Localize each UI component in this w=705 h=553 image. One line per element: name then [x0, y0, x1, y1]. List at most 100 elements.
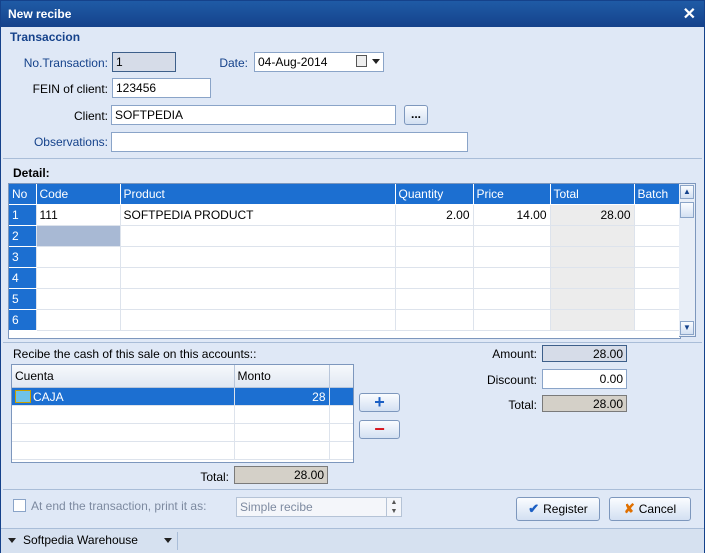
chevron-down-icon[interactable]	[164, 538, 172, 543]
spin-icon[interactable]: ▲ ▼	[386, 498, 401, 516]
cell-total	[550, 225, 635, 247]
accounts-label: Recibe the cash of this sale on this acc…	[13, 347, 257, 361]
table-row[interactable]	[12, 405, 353, 424]
cell-product[interactable]: SOFTPEDIA PRODUCT	[120, 204, 396, 226]
discount-field[interactable]: 0.00	[542, 369, 627, 389]
cell-price[interactable]: 14.00	[473, 204, 551, 226]
client-field[interactable]: SOFTPEDIA	[111, 105, 396, 125]
scroll-down-icon[interactable]: ▼	[680, 321, 694, 335]
observations-field[interactable]	[111, 132, 468, 152]
cell-total	[550, 267, 635, 289]
client-browse-button[interactable]: ...	[404, 105, 428, 125]
scroll-thumb[interactable]	[680, 202, 694, 218]
print-label: At end the transaction, print it as:	[31, 499, 207, 513]
divider	[3, 158, 702, 159]
cash-icon	[15, 389, 31, 403]
plus-icon: +	[374, 392, 385, 412]
column-header-no[interactable]: No	[9, 184, 37, 205]
close-icon[interactable]: ✕	[683, 4, 696, 24]
cell-quantity[interactable]	[395, 288, 474, 310]
cell-product[interactable]	[120, 246, 396, 268]
cell-batch[interactable]	[634, 204, 680, 226]
row-number: 3	[9, 246, 37, 268]
detail-header-row: No Code Product Quantity Price Total Bat…	[9, 184, 680, 205]
table-row[interactable]	[12, 441, 353, 460]
cell-code[interactable]	[36, 288, 121, 310]
cell-price[interactable]	[473, 288, 551, 310]
row-number: 6	[9, 309, 37, 331]
detail-grid[interactable]: No Code Product Quantity Price Total Bat…	[8, 183, 681, 339]
chevron-down-icon[interactable]	[372, 59, 380, 64]
date-value: 04-Aug-2014	[258, 55, 328, 69]
table-row[interactable]: 2	[9, 225, 680, 247]
cancel-label: Cancel	[638, 502, 677, 516]
cell-product[interactable]	[120, 309, 396, 331]
scroll-up-icon[interactable]: ▲	[680, 185, 694, 199]
window-title: New recibe	[8, 7, 72, 21]
cell-price[interactable]	[473, 309, 551, 331]
fein-field[interactable]: 123456	[112, 78, 211, 98]
cell-code[interactable]	[36, 267, 121, 289]
column-header-total[interactable]: Total	[550, 184, 635, 205]
cell-batch[interactable]	[634, 225, 680, 247]
cell-price[interactable]	[473, 225, 551, 247]
cell-product[interactable]	[120, 267, 396, 289]
cell-product[interactable]	[120, 288, 396, 310]
column-header-price[interactable]: Price	[473, 184, 551, 205]
calendar-icon[interactable]	[356, 55, 367, 67]
cell-batch[interactable]	[634, 309, 680, 331]
table-row[interactable]: 1 111 SOFTPEDIA PRODUCT 2.00 14.00 28.00	[9, 204, 680, 226]
register-label: Register	[543, 502, 588, 516]
cell-quantity[interactable]	[395, 225, 474, 247]
cell-batch[interactable]	[634, 288, 680, 310]
cancel-button[interactable]: ✘ Cancel	[609, 497, 691, 521]
new-recibe-window: New recibe ✕ Transaccion No.Transaction:…	[0, 0, 705, 553]
table-row[interactable]	[12, 423, 353, 442]
cell-code[interactable]	[36, 225, 121, 247]
cell-total	[550, 246, 635, 268]
date-field[interactable]: 04-Aug-2014	[254, 52, 384, 72]
print-format-select[interactable]: Simple recibe ▲ ▼	[236, 497, 402, 517]
column-header-quantity[interactable]: Quantity	[395, 184, 474, 205]
column-header-cuenta[interactable]: Cuenta	[12, 365, 235, 388]
accounts-total-field: 28.00	[234, 466, 328, 484]
column-header-code[interactable]: Code	[36, 184, 121, 205]
table-row[interactable]: 3	[9, 246, 680, 268]
cell-code[interactable]: 111	[36, 204, 121, 226]
observations-label: Observations:	[33, 135, 108, 149]
add-account-button[interactable]: +	[359, 393, 400, 412]
table-row[interactable]: 5	[9, 288, 680, 310]
register-button[interactable]: ✔ Register	[516, 497, 600, 521]
cell-total	[550, 309, 635, 331]
accounts-header-row: Cuenta Monto	[12, 365, 353, 388]
table-row[interactable]: CAJA 28	[12, 387, 353, 406]
cell-batch[interactable]	[634, 246, 680, 268]
print-checkbox[interactable]	[13, 499, 26, 512]
cell-quantity[interactable]: 2.00	[395, 204, 474, 226]
cell-price[interactable]	[473, 246, 551, 268]
column-header-product[interactable]: Product	[120, 184, 396, 205]
status-divider	[177, 532, 178, 550]
remove-account-button[interactable]: −	[359, 420, 400, 439]
table-row[interactable]: 6	[9, 309, 680, 331]
cell-batch[interactable]	[634, 267, 680, 289]
cell-product[interactable]	[120, 225, 396, 247]
cell-empty	[329, 387, 353, 406]
accounts-grid[interactable]: Cuenta Monto CAJA 28	[11, 364, 354, 463]
cell-quantity[interactable]	[395, 246, 474, 268]
warehouse-label[interactable]: Softpedia Warehouse	[23, 533, 138, 547]
title-bar: New recibe ✕	[1, 1, 704, 27]
column-header-monto[interactable]: Monto	[234, 365, 330, 388]
cell-price[interactable]	[473, 267, 551, 289]
client-label: Client:	[73, 109, 108, 123]
detail-scrollbar[interactable]: ▲ ▼	[679, 183, 696, 337]
cell-cuenta[interactable]: CAJA	[12, 387, 235, 406]
cell-code[interactable]	[36, 246, 121, 268]
cell-quantity[interactable]	[395, 309, 474, 331]
status-menu-icon[interactable]	[8, 538, 16, 543]
cell-quantity[interactable]	[395, 267, 474, 289]
column-header-batch[interactable]: Batch	[634, 184, 680, 205]
cell-code[interactable]	[36, 309, 121, 331]
table-row[interactable]: 4	[9, 267, 680, 289]
cell-monto[interactable]: 28	[234, 387, 330, 406]
